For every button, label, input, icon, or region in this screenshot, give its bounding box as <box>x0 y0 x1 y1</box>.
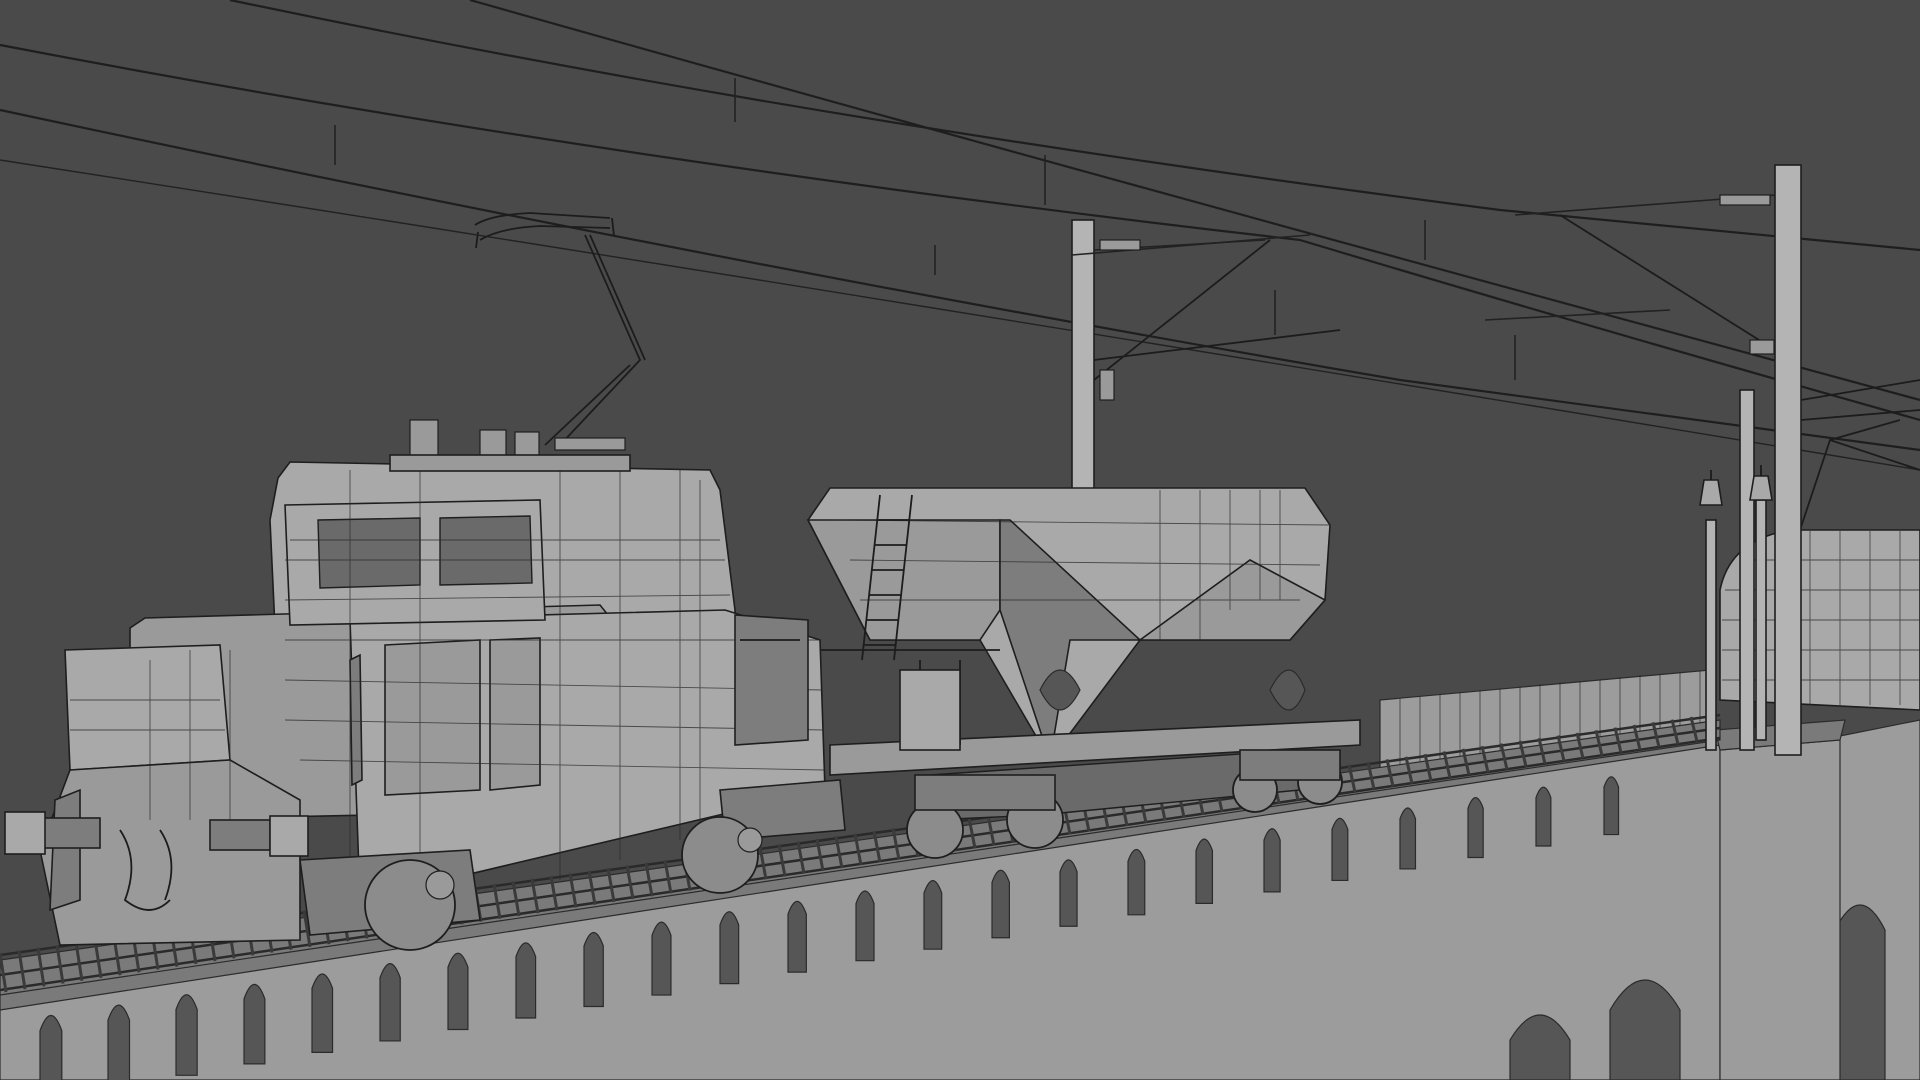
arcade-opening <box>311 973 334 1053</box>
arcade-opening <box>1059 859 1078 927</box>
arcade-opening <box>923 880 943 950</box>
arcade-opening <box>515 942 537 1019</box>
arcade-opening <box>719 911 740 985</box>
wireframe-render-viewport <box>0 0 1920 1080</box>
arcade-opening <box>1263 828 1281 893</box>
arcade-opening <box>39 1014 63 1080</box>
arcade-opening <box>243 983 266 1065</box>
arcade-opening <box>583 931 604 1008</box>
arcade-opening <box>1535 786 1552 847</box>
arcade-opening <box>379 963 401 1042</box>
arcade-opening <box>447 952 469 1031</box>
arcade-opening <box>1195 838 1214 904</box>
arcade-opening <box>855 890 875 962</box>
arcade-opening <box>787 900 807 973</box>
arcade-opening <box>175 994 198 1076</box>
arcade-opening <box>1603 776 1620 836</box>
arcade-opening <box>1127 848 1146 916</box>
arcade-opening <box>1467 797 1484 859</box>
arcade-opening <box>107 1004 131 1080</box>
viaduct-pier <box>1719 739 1841 1080</box>
arcade-opening <box>651 921 672 996</box>
arcade-opening <box>1399 807 1417 870</box>
arcade-opening <box>991 869 1010 939</box>
arcade-opening <box>1331 817 1349 882</box>
